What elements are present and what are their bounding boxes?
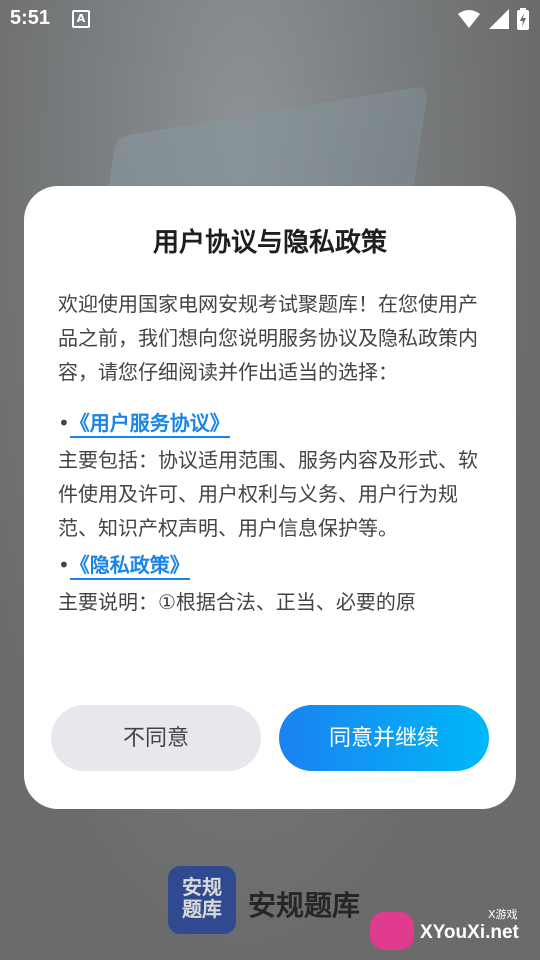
status-bar: 5:51 A [0, 0, 540, 38]
watermark-main: XYouXi.net [420, 922, 519, 943]
privacy-policy-summary: 主要说明：①根据合法、正当、必要的原 [58, 590, 416, 614]
app-logo: 安规 题库 [168, 866, 236, 934]
site-watermark: X游戏 XYouXi.net [370, 906, 530, 956]
notification-icon: A [72, 10, 90, 28]
section-user-agreement: •《用户服务协议》 [58, 403, 488, 443]
status-time: 5:51 [10, 7, 51, 29]
section-privacy-policy: •《隐私政策》 [58, 545, 488, 585]
intro-text: 欢迎使用国家电网安规考试聚题库！在您使用产品之前，我们想向您说明服务协议及隐私政… [58, 292, 478, 384]
bullet: • [58, 553, 70, 577]
signal-icon [488, 9, 509, 29]
disagree-button[interactable]: 不同意 [51, 705, 261, 771]
logo-line-2: 题库 [182, 897, 222, 921]
user-agreement-summary: 主要包括：协议适用范围、服务内容及形式、软件使用及许可、用户权利与义务、用户行为… [58, 448, 478, 540]
status-icons [457, 8, 530, 30]
agreement-content-scroll[interactable]: 欢迎使用国家电网安规考试聚题库！在您使用产品之前，我们想向您说明服务协议及隐私政… [58, 287, 488, 673]
watermark-small: X游戏 [488, 908, 518, 921]
battery-icon [517, 8, 529, 30]
logo-line-1: 安规 [182, 875, 222, 899]
app-name: 安规题库 [248, 889, 361, 922]
agreement-dialog: 用户协议与隐私政策 欢迎使用国家电网安规考试聚题库！在您使用产品之前，我们想向您… [24, 186, 516, 809]
agree-continue-button[interactable]: 同意并继续 [279, 705, 489, 771]
privacy-policy-link[interactable]: 《隐私政策》 [69, 553, 190, 580]
dialog-title: 用户协议与隐私政策 [152, 228, 387, 258]
gamepad-icon [370, 912, 414, 950]
user-agreement-link[interactable]: 《用户服务协议》 [69, 411, 230, 438]
wifi-icon [458, 10, 481, 28]
bullet: • [58, 411, 70, 435]
